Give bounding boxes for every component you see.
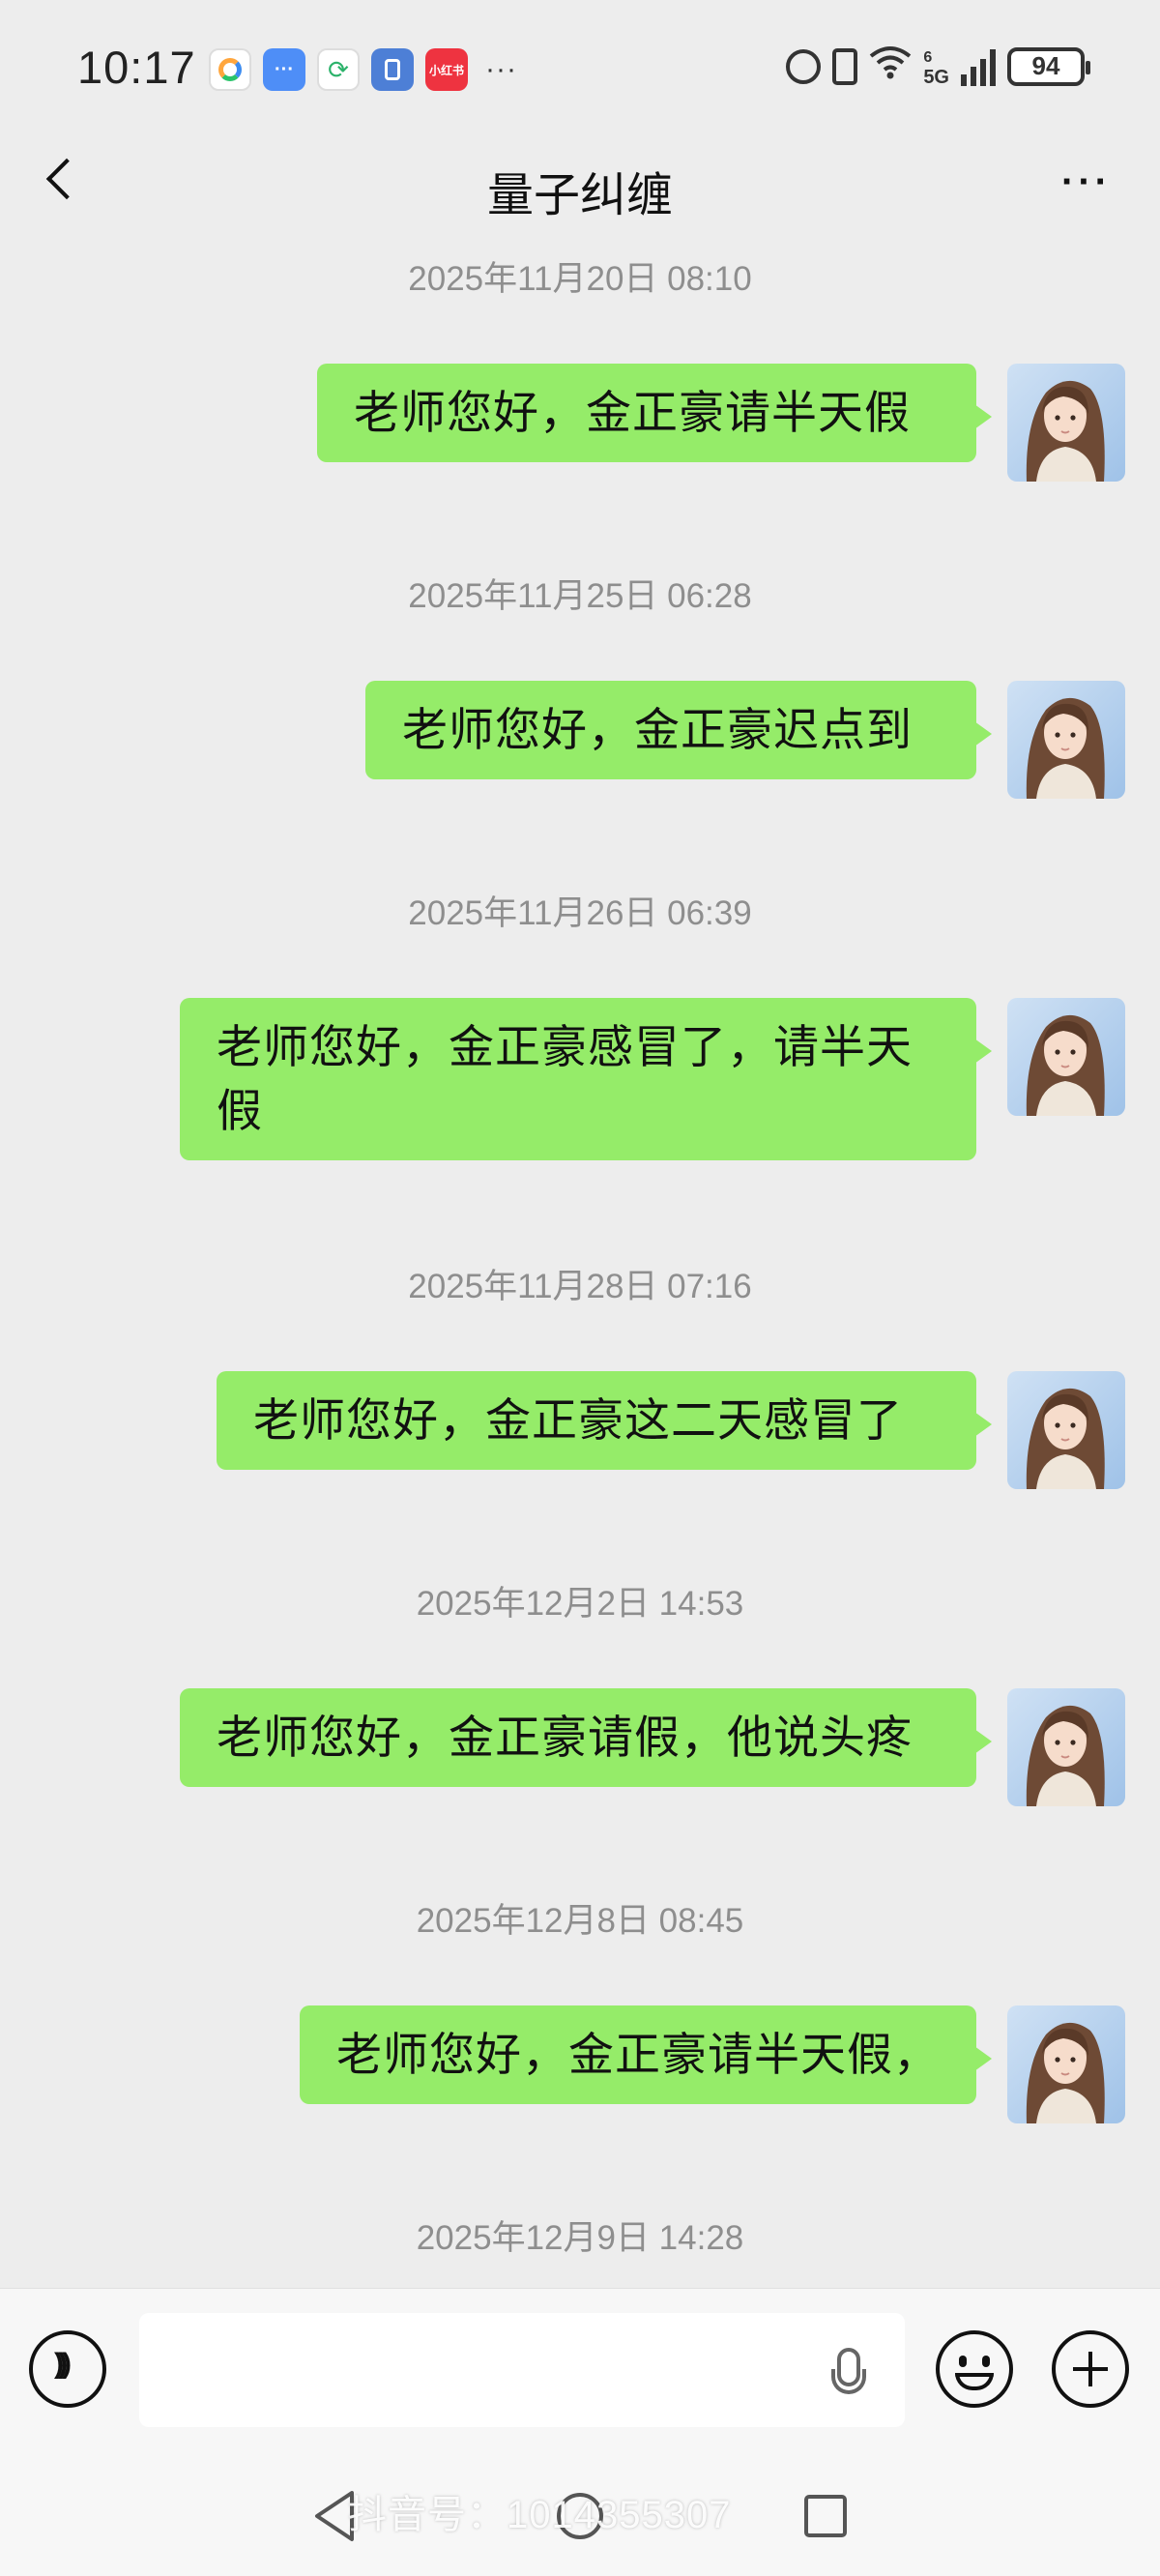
message-icon [263, 48, 305, 91]
wifi-icon [869, 44, 912, 88]
message-timestamp: 2025年11月26日 06:39 [408, 894, 752, 932]
avatar[interactable] [1007, 2005, 1125, 2123]
more-options-icon[interactable]: ··· [1061, 162, 1112, 201]
network-type: 6 5G [923, 46, 949, 87]
message-timestamp: 2025年12月8日 08:45 [416, 1902, 744, 1940]
battery-icon: 94 [1007, 46, 1090, 86]
message-timestamp: 2025年11月20日 08:10 [408, 260, 752, 298]
avatar[interactable] [1007, 1688, 1125, 1806]
system-icons: 6 5G 94 [786, 44, 1090, 88]
nav-recent-apps-icon[interactable] [802, 2493, 849, 2544]
vibrate-icon [832, 47, 858, 85]
message-timestamp: 2025年11月25日 06:28 [408, 577, 752, 615]
avatar[interactable] [1007, 364, 1125, 482]
message-bubble[interactable]: 老师您好，金正豪感冒了，请半天假 [180, 998, 992, 1160]
avatar[interactable] [1007, 998, 1125, 1116]
message-bubble[interactable]: 老师您好，金正豪请假，他说头疼 [180, 1688, 992, 1787]
signal-slot-label: 6 [923, 48, 933, 66]
more-notifications-icon: ··· [485, 53, 517, 85]
avatar[interactable] [1007, 1371, 1125, 1489]
battery-level: 94 [1031, 51, 1060, 80]
app-icon-1 [209, 48, 251, 91]
chat-title: 量子纠缠 [486, 170, 673, 221]
voice-input-button[interactable] [29, 2330, 106, 2408]
xiaohongshu-icon: 小红书 [425, 48, 468, 91]
avatar[interactable] [1007, 681, 1125, 799]
alarm-icon [786, 48, 822, 84]
message-bubble[interactable]: 老师您好，金正豪请半天假 [317, 364, 992, 462]
message-timestamp: 2025年12月9日 14:28 [416, 2219, 744, 2257]
network-label: 5G [923, 66, 949, 88]
watermark: 抖音号：1014355307 [348, 2494, 732, 2536]
microphone-icon[interactable] [831, 2348, 866, 2394]
clock: 10:17 [77, 42, 196, 93]
message-input[interactable] [139, 2313, 905, 2427]
signal-icon [961, 47, 996, 86]
notification-icons: ⟳ 小红书 ··· [209, 48, 517, 91]
message-bubble[interactable]: 老师您好，金正豪请半天假， [300, 2005, 992, 2104]
emoji-button[interactable] [936, 2330, 1013, 2408]
message-timestamp: 2025年12月2日 14:53 [416, 1585, 744, 1623]
message-bubble[interactable]: 老师您好，金正豪这二天感冒了 [217, 1371, 992, 1470]
chat-icon: ⟳ [317, 48, 360, 91]
message-bubble[interactable]: 老师您好，金正豪迟点到 [365, 681, 992, 779]
message-timestamp: 2025年11月28日 07:16 [408, 1268, 752, 1305]
status-bar: 10:17 ⟳ 小红书 ··· 6 5G 94 [0, 0, 1160, 140]
more-functions-button[interactable] [1052, 2330, 1129, 2408]
app-icon-4 [371, 48, 414, 91]
